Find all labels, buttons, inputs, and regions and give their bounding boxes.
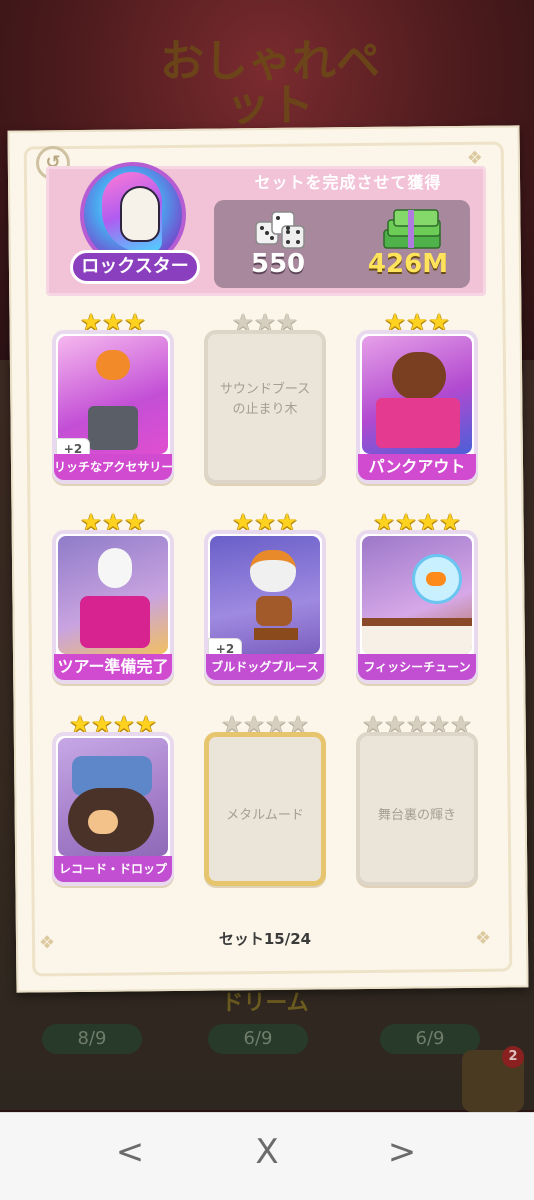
sticker-missing-name: メタルムード	[226, 808, 304, 823]
sticker-label: フィッシーチューン	[358, 654, 476, 680]
sticker-label: リッチなアクセサリー	[54, 454, 172, 480]
set-progress: セット15/24	[218, 930, 312, 948]
rabbit-with-luggage-image	[58, 536, 168, 654]
background-progress-left: 8/9	[42, 1024, 142, 1054]
cash-stack-icon	[383, 209, 441, 249]
mouse-in-record-image	[58, 738, 168, 856]
sticker-label: パンクアウト	[358, 454, 476, 480]
background-progress-middle: 6/9	[208, 1024, 308, 1054]
sticker-label: レコード・ドロップ	[54, 856, 172, 882]
avatar-face	[120, 186, 160, 242]
sticker-slot[interactable]: ★★★★ フィッシーチューン	[356, 510, 478, 686]
bulldog-singer-image	[210, 536, 320, 654]
cat-with-amp-image	[58, 336, 168, 454]
corner-ornament-icon: ❖	[38, 932, 56, 954]
reward-caption: セットを完成させて獲得	[254, 173, 442, 192]
reward-dice-amount: 550	[250, 249, 306, 279]
sticker-missing-name: サウンドブースの止まり木	[219, 382, 311, 417]
sticker-missing-name: 舞台裏の輝き	[377, 808, 456, 823]
sticker-slot[interactable]: ★★★ パンクアウト	[356, 310, 478, 486]
album-title: おしゃれペット	[160, 36, 380, 131]
sticker-slot-empty-gold[interactable]: ★★★★ メタルムード	[204, 712, 326, 888]
sticker-slot[interactable]: ★★★★ レコード・ドロップ	[52, 712, 174, 888]
close-button[interactable]: X	[237, 1130, 297, 1174]
reward-cash-amount: 426M	[367, 249, 449, 279]
sticker-slot-empty[interactable]: ★★★★★ 舞台裏の輝き	[356, 712, 478, 888]
goldfish-piano-image	[362, 536, 472, 654]
corner-ornament-icon: ❖	[474, 927, 492, 949]
sticker-label: ツアー準備完了	[54, 654, 172, 680]
punk-bull-image	[362, 336, 472, 454]
set-name: ロックスター	[70, 250, 200, 284]
notification-badge: 2	[502, 1046, 524, 1068]
sticker-label: ブルドッグブルース	[206, 654, 324, 680]
next-set-button[interactable]: >	[372, 1130, 432, 1174]
sticker-slot[interactable]: ★★★ ツアー準備完了	[52, 510, 174, 686]
sticker-slot[interactable]: ★★★ +2 ブルドッグブルース	[204, 510, 326, 686]
sticker-slot-empty[interactable]: ★★★ サウンドブースの止まり木	[204, 310, 326, 486]
previous-set-button[interactable]: <	[100, 1130, 160, 1174]
sticker-slot[interactable]: ★★★ +2 リッチなアクセサリー	[52, 310, 174, 486]
background-progress-right: 6/9	[380, 1024, 480, 1054]
dice-icon	[255, 211, 305, 249]
